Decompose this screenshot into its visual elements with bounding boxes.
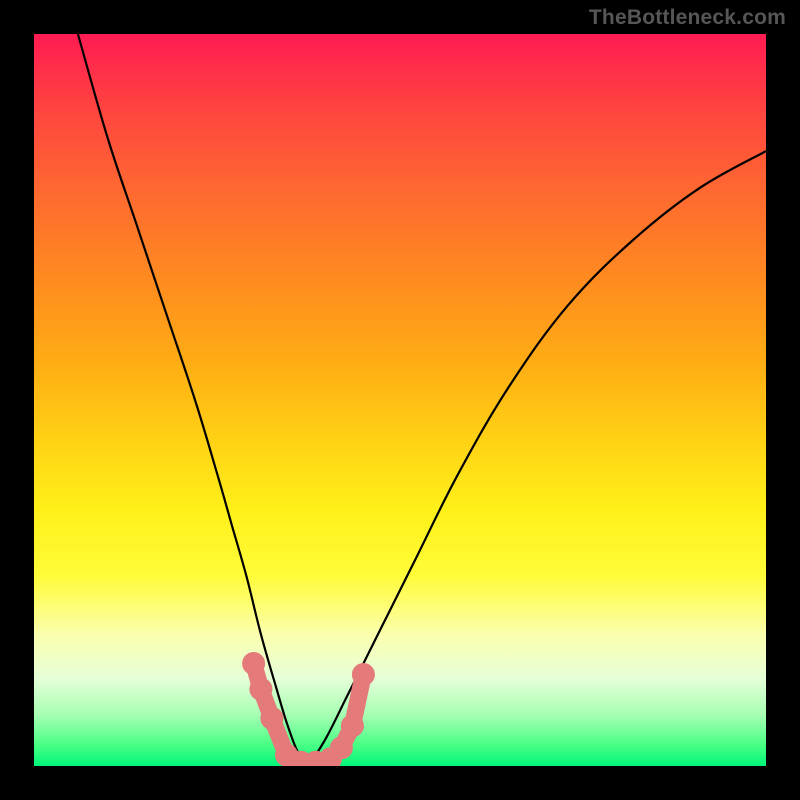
- data-marker: [341, 715, 363, 737]
- data-marker: [250, 678, 272, 700]
- data-marker: [261, 707, 283, 729]
- watermark-text: TheBottleneck.com: [589, 6, 786, 30]
- right-curve: [309, 151, 767, 766]
- plot-area: [34, 34, 766, 766]
- data-marker: [243, 653, 265, 675]
- left-curve: [78, 34, 309, 766]
- data-marker: [352, 664, 374, 686]
- data-marker: [330, 737, 352, 759]
- chart-stage: TheBottleneck.com: [0, 0, 800, 800]
- chart-svg: [34, 34, 766, 766]
